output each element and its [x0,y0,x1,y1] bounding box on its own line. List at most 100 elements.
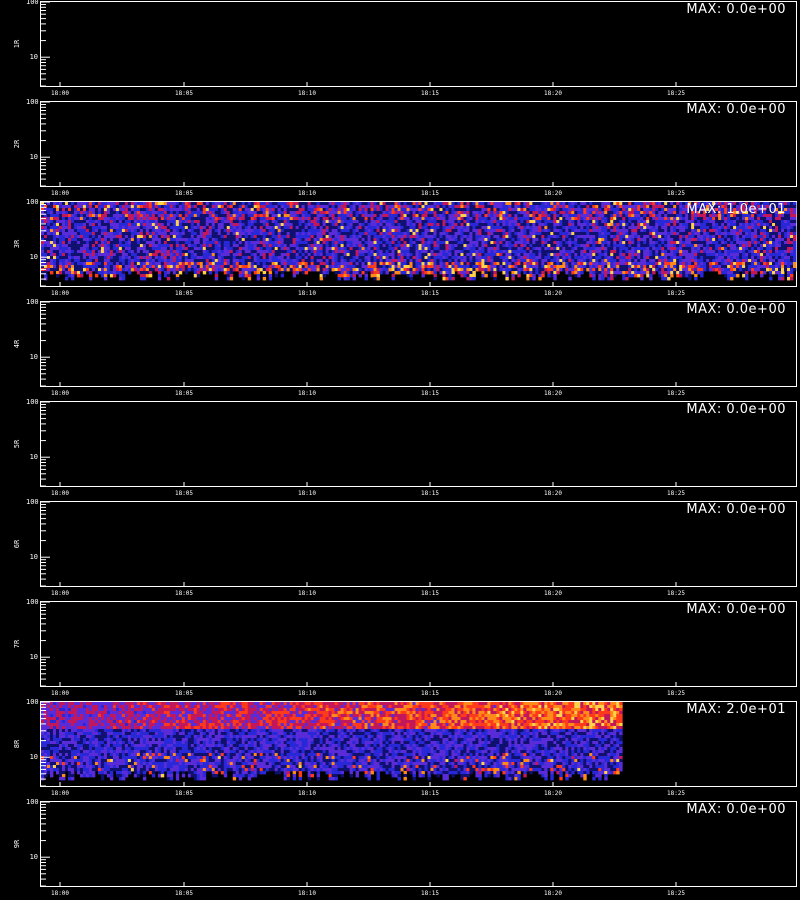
heatmap-cell [139,265,144,269]
heatmap-cell [577,223,581,227]
heatmap-cell [577,208,581,212]
heatmap-cell [598,271,602,275]
heatmap-cell [64,244,69,248]
heatmap-cell [589,229,593,233]
heatmap-cell [460,217,464,221]
heatmap-cell [139,235,144,239]
heatmap-cell [610,232,614,236]
heatmap-cell [331,244,336,248]
heatmap-cell [214,271,219,275]
heatmap-cell [274,202,279,206]
heatmap-cell [496,235,500,239]
heatmap-cell [112,253,117,257]
heatmap-cell [133,262,138,266]
heatmap-cell [517,205,521,209]
heatmap-cell [496,226,500,230]
heatmap-cell [529,277,533,281]
heatmap-cell [598,214,602,218]
heatmap-cell [280,274,285,278]
heatmap-cell [166,256,171,260]
heatmap-cell [313,214,318,218]
heatmap-cell [316,235,321,239]
heatmap-cell [628,244,632,248]
heatmap-cell [619,238,623,242]
heatmap-cell [562,223,566,227]
heatmap-cell [418,217,422,221]
heatmap-cell [346,214,350,218]
heatmap-cell [340,250,344,254]
heatmap-cell [541,241,545,245]
heatmap-cell [358,244,362,248]
heatmap-cell [361,214,365,218]
heatmap-cell [94,223,99,227]
heatmap-cell [253,214,258,218]
heatmap-cell [265,223,270,227]
heatmap-cell [256,268,261,272]
heatmap-cell [634,238,638,242]
heatmap-cell [55,265,60,269]
heatmap-cell [313,202,318,206]
heatmap-cell [211,247,216,251]
heatmap-cell [79,238,84,242]
heatmap-cell [382,235,386,239]
heatmap-cell [82,202,87,206]
heatmap-cell [238,211,243,215]
heatmap-cell [553,250,557,254]
heatmap-cell [367,214,371,218]
heatmap-cell [376,205,380,209]
heatmap-cell [292,223,297,227]
heatmap-cell [553,235,557,239]
heatmap-cell [184,262,189,266]
heatmap-cell [163,274,168,278]
heatmap-cell [430,220,434,224]
heatmap-cell [556,220,560,224]
heatmap-cell [403,229,407,233]
heatmap-cell [187,211,192,215]
heatmap-cell [538,235,542,239]
heatmap-cell [604,256,608,260]
heatmap-cell [349,202,353,206]
heatmap-cell [544,235,548,239]
heatmap-cell [100,274,105,278]
heatmap-cell [154,214,159,218]
heatmap-cell [163,214,168,218]
heatmap-cell [532,220,536,224]
heatmap-cell [400,244,404,248]
heatmap-cell [388,232,392,236]
heatmap-cell [628,214,632,218]
heatmap-cell [334,271,339,275]
heatmap-cell [310,217,315,221]
heatmap-cell [202,208,207,212]
heatmap-cell [319,244,324,248]
heatmap-cell [466,214,470,218]
heatmap-cell [316,244,321,248]
heatmap-cell [385,229,389,233]
heatmap-cell [430,268,434,272]
heatmap-cell [589,259,593,263]
heatmap-cell [262,202,267,206]
heatmap-cell [226,235,231,239]
heatmap-cell [112,217,117,221]
heatmap-cell [283,265,288,269]
heatmap-cell [556,232,560,236]
heatmap-cell [148,256,153,260]
heatmap-cell [487,265,491,269]
heatmap-cell [433,262,437,266]
heatmap-cell [145,262,150,266]
heatmap-cell [415,259,419,263]
heatmap-cell [367,226,371,230]
heatmap-cell [292,271,297,275]
heatmap-cell [157,274,162,278]
heatmap-cell [571,229,575,233]
heatmap-cell [352,235,356,239]
heatmap-cell [139,238,144,242]
heatmap-cell [448,271,452,275]
heatmap-cell [454,262,458,266]
heatmap-cell [352,238,356,242]
heatmap-cell [250,265,255,269]
heatmap-cell [439,250,443,254]
heatmap-cell [307,235,312,239]
heatmap-cell [166,265,171,269]
heatmap-cell [88,247,93,251]
heatmap-cell [619,229,623,233]
